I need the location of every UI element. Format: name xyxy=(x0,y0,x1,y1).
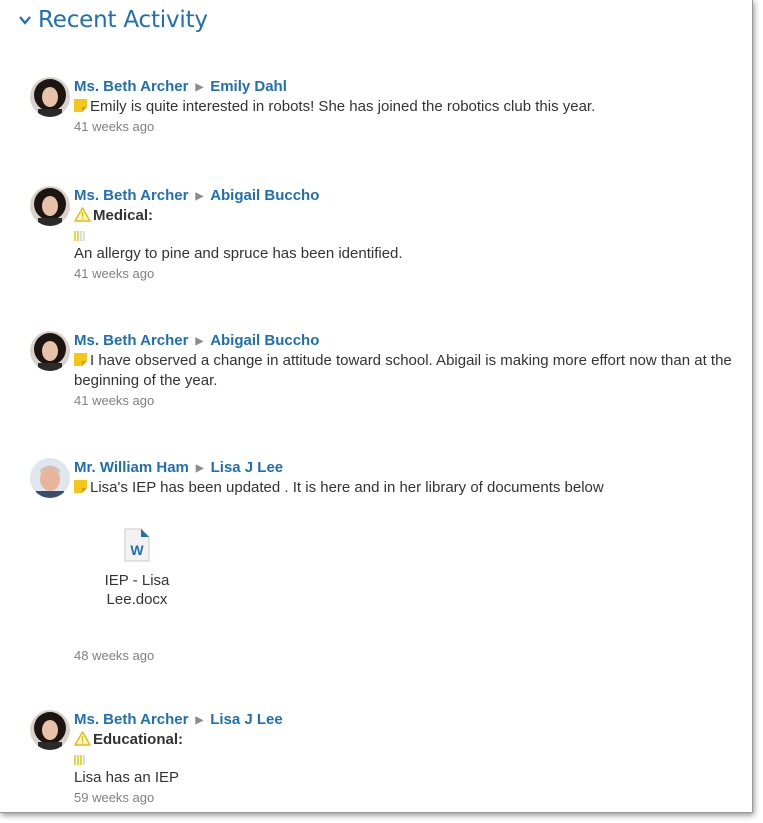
student-link[interactable]: Abigail Buccho xyxy=(210,331,319,351)
note-icon xyxy=(74,353,87,366)
avatar[interactable] xyxy=(30,186,70,226)
arrow-right-icon: ▶ xyxy=(195,715,204,726)
activity-text: I have observed a change in attitude tow… xyxy=(74,352,732,389)
severity-bars xyxy=(74,231,740,241)
activity-text: Emily is quite interested in robots! She… xyxy=(90,98,596,115)
arrow-right-icon: ▶ xyxy=(195,82,204,93)
attachment-name[interactable]: IEP - Lisa Lee.docx xyxy=(82,571,192,609)
alert-heading: Medical: xyxy=(93,207,154,224)
warning-icon xyxy=(74,731,91,746)
severity-bars xyxy=(74,755,740,765)
alert-heading: Educational: xyxy=(93,731,184,748)
author-link[interactable]: Ms. Beth Archer xyxy=(74,77,188,97)
arrow-right-icon: ▶ xyxy=(195,336,204,347)
author-link[interactable]: Mr. William Ham xyxy=(74,458,189,478)
author-link[interactable]: Ms. Beth Archer xyxy=(74,331,188,351)
recent-activity-header[interactable]: Recent Activity xyxy=(18,7,208,33)
avatar[interactable] xyxy=(30,331,70,371)
timestamp: 41 weeks ago xyxy=(74,393,155,408)
activity-text: An allergy to pine and spruce has been i… xyxy=(74,245,403,262)
student-link[interactable]: Lisa J Lee xyxy=(210,710,283,730)
attachment[interactable]: W IEP - Lisa Lee.docx xyxy=(82,528,192,609)
avatar[interactable] xyxy=(30,458,70,498)
chevron-down-icon[interactable] xyxy=(18,13,32,27)
word-doc-icon[interactable]: W xyxy=(124,528,150,562)
student-link[interactable]: Abigail Buccho xyxy=(210,186,319,206)
arrow-right-icon: ▶ xyxy=(195,191,204,202)
avatar[interactable] xyxy=(30,77,70,117)
section-title: Recent Activity xyxy=(38,7,208,33)
timestamp: 41 weeks ago xyxy=(74,119,155,134)
activity-text: Lisa has an IEP xyxy=(74,769,180,786)
timestamp: 48 weeks ago xyxy=(74,648,155,663)
note-icon xyxy=(74,99,87,112)
avatar[interactable] xyxy=(30,710,70,750)
note-icon xyxy=(74,480,87,493)
student-link[interactable]: Emily Dahl xyxy=(210,77,287,97)
activity-text: Lisa's IEP has been updated . It is here… xyxy=(90,479,604,496)
author-link[interactable]: Ms. Beth Archer xyxy=(74,186,188,206)
arrow-right-icon: ▶ xyxy=(195,463,204,474)
warning-icon xyxy=(74,207,91,222)
recent-activity-panel: Recent Activity Ms. Beth Archer ▶ Emily … xyxy=(0,0,753,813)
timestamp: 59 weeks ago xyxy=(74,790,155,805)
svg-text:W: W xyxy=(130,542,144,558)
timestamp: 41 weeks ago xyxy=(74,266,155,281)
author-link[interactable]: Ms. Beth Archer xyxy=(74,710,188,730)
student-link[interactable]: Lisa J Lee xyxy=(211,458,284,478)
